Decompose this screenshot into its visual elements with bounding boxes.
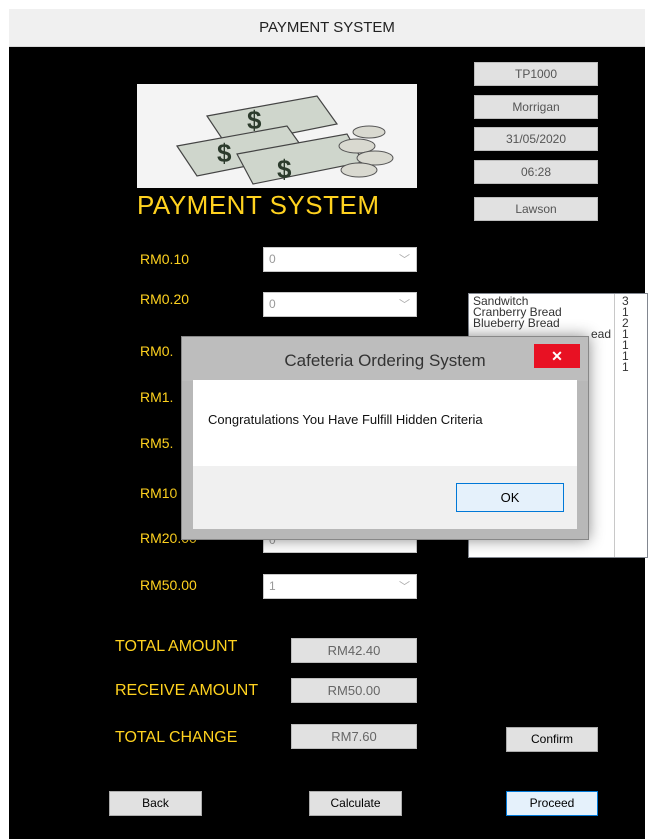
total-change-field: RM7.60 bbox=[291, 724, 417, 749]
dialog-footer: OK bbox=[193, 466, 577, 529]
chevron-down-icon: ﹀ bbox=[399, 581, 410, 593]
denom-select-0.20[interactable]: 0 ﹀ bbox=[263, 292, 417, 317]
order-list-qtys: 3 1 2 1 1 1 1 bbox=[622, 295, 629, 374]
window-titlebar: PAYMENT SYSTEM bbox=[9, 9, 645, 47]
denom-select-0.10[interactable]: 0 ﹀ bbox=[263, 247, 417, 272]
total-amount-field: RM42.40 bbox=[291, 638, 417, 663]
confirm-button[interactable]: Confirm bbox=[506, 727, 598, 752]
denom-label-1.00: RM1. bbox=[140, 389, 174, 405]
denom-label-50.00: RM50.00 bbox=[140, 577, 197, 593]
svg-text:$: $ bbox=[217, 138, 232, 168]
denom-label-5.00: RM5. bbox=[140, 435, 174, 451]
dialog-title: Cafeteria Ordering System bbox=[284, 351, 486, 370]
denom-label-0.10: RM0.10 bbox=[140, 251, 190, 267]
window-title: PAYMENT SYSTEM bbox=[259, 19, 395, 36]
list-divider bbox=[614, 294, 615, 557]
order-list-names: Sandwitch Cranberry Bread Blueberry Brea… bbox=[473, 295, 611, 340]
denom-label-10.00: RM10 bbox=[140, 485, 178, 501]
svg-text:$: $ bbox=[277, 154, 292, 184]
location-field: Lawson bbox=[474, 197, 598, 221]
money-stack-icon: $ $ $ bbox=[137, 84, 417, 188]
svg-text:$: $ bbox=[247, 105, 262, 135]
list-item-qty: 1 bbox=[622, 360, 629, 374]
denom-label-0.50: RM0. bbox=[140, 343, 174, 359]
denom-select-value: 0 bbox=[269, 252, 276, 266]
close-icon[interactable]: ✕ bbox=[534, 344, 580, 368]
chevron-down-icon: ﹀ bbox=[399, 299, 410, 311]
dialog-body: Congratulations You Have Fulfill Hidden … bbox=[193, 380, 577, 466]
staff-id-field: TP1000 bbox=[474, 62, 598, 86]
dialog-titlebar: Cafeteria Ordering System ✕ bbox=[182, 337, 588, 381]
denom-select-value: 1 bbox=[269, 579, 276, 593]
dialog-message: Congratulations You Have Fulfill Hidden … bbox=[208, 412, 483, 427]
ok-button[interactable]: OK bbox=[456, 483, 564, 512]
denom-label-0.20: RM0.20 bbox=[140, 291, 190, 307]
message-dialog: Cafeteria Ordering System ✕ Congratulati… bbox=[181, 336, 589, 540]
name-field: Morrigan bbox=[474, 95, 598, 119]
total-amount-label: TOTAL AMOUNT bbox=[115, 638, 238, 655]
back-button[interactable]: Back bbox=[109, 791, 202, 816]
receive-amount-label: RECEIVE AMOUNT bbox=[115, 682, 259, 699]
total-change-label: TOTAL CHANGE bbox=[115, 729, 238, 746]
denom-select-50.00[interactable]: 1 ﹀ bbox=[263, 574, 417, 599]
time-field: 06:28 bbox=[474, 160, 598, 184]
calculate-button[interactable]: Calculate bbox=[309, 791, 402, 816]
proceed-button[interactable]: Proceed bbox=[506, 791, 598, 816]
logo-title: PAYMENT SYSTEM bbox=[137, 190, 380, 220]
chevron-down-icon: ﹀ bbox=[399, 254, 410, 266]
denom-select-value: 0 bbox=[269, 297, 276, 311]
date-field: 31/05/2020 bbox=[474, 127, 598, 151]
receive-amount-field: RM50.00 bbox=[291, 678, 417, 703]
